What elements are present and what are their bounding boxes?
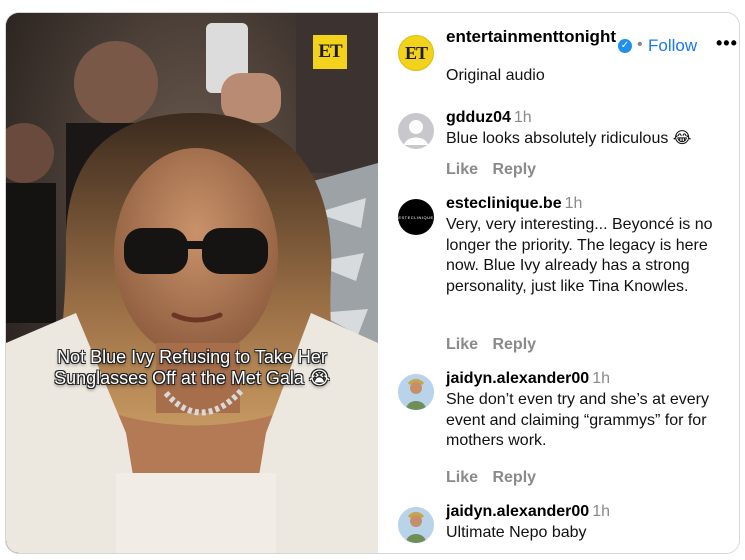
default-avatar-icon xyxy=(404,120,428,145)
comment-item: jaidyn.alexander00 1h She don’t even try … xyxy=(378,370,739,495)
comment-actions: Like Reply xyxy=(446,161,546,179)
commenter-avatar[interactable]: ESTECLINIQUE xyxy=(398,199,434,235)
comment-header: jaidyn.alexander00 1h xyxy=(446,370,610,388)
comment-item: jaidyn.alexander00 1h Ultimate Nepo baby xyxy=(378,503,739,553)
reply-button[interactable]: Reply xyxy=(492,469,536,486)
like-button[interactable]: Like xyxy=(446,161,478,178)
separator-dot: • xyxy=(637,36,643,53)
et-logo: ET xyxy=(313,35,347,69)
audio-label[interactable]: Original audio xyxy=(446,67,545,85)
follow-button[interactable]: Follow xyxy=(648,36,697,56)
comment-actions: Like Reply xyxy=(446,469,546,487)
comment-header: esteclinique.be 1h xyxy=(446,195,582,213)
comment-text: Very, very interesting... Beyoncé is no … xyxy=(446,216,713,295)
video-player[interactable]: ET Not Blue Ivy Refusing to Take Her Sun… xyxy=(6,13,378,553)
comment-item: ESTECLINIQUE esteclinique.be 1h Very, ver… xyxy=(378,195,739,365)
comments-panel[interactable]: ET entertainmenttonight ✓ • Follow ••• O… xyxy=(378,13,739,553)
video-frame-image xyxy=(6,13,378,553)
comment-time: 1h xyxy=(513,109,532,126)
caption-line: Not Blue Ivy Refusing to Take Her xyxy=(57,347,327,367)
commenter-avatar[interactable] xyxy=(398,374,434,410)
comment-header: gdduz04 1h xyxy=(446,109,532,127)
profile-photo-icon xyxy=(398,507,434,543)
commenter-username[interactable]: jaidyn.alexander00 xyxy=(446,503,589,520)
commenter-username[interactable]: gdduz04 xyxy=(446,109,511,126)
reply-button[interactable]: Reply xyxy=(492,336,536,353)
reply-button[interactable]: Reply xyxy=(492,161,536,178)
comment-item: gdduz04 1h Blue looks absolutely ridiculo… xyxy=(378,109,739,189)
comment-time: 1h xyxy=(564,195,583,212)
commenter-username[interactable]: esteclinique.be xyxy=(446,195,562,212)
comment-time: 1h xyxy=(592,503,610,520)
post-viewer: ET Not Blue Ivy Refusing to Take Her Sun… xyxy=(5,12,740,554)
post-header: ET entertainmenttonight ✓ • Follow ••• O… xyxy=(378,13,739,99)
comment-actions: Like Reply xyxy=(446,336,546,354)
like-button[interactable]: Like xyxy=(446,336,478,353)
video-caption: Not Blue Ivy Refusing to Take Her Sungla… xyxy=(20,347,364,389)
comment-text: She don’t even try and she’s at every ev… xyxy=(446,391,709,449)
comment-header: jaidyn.alexander00 1h xyxy=(446,503,610,521)
caption-line: Sunglasses Off at the Met Gala 😭 xyxy=(54,368,330,388)
profile-photo-icon xyxy=(398,374,434,410)
author-avatar-logo: ET xyxy=(404,42,428,63)
commenter-avatar[interactable] xyxy=(398,113,434,149)
like-button[interactable]: Like xyxy=(446,469,478,486)
avatar-wordmark: ESTECLINIQUE xyxy=(398,214,434,220)
verified-badge-icon: ✓ xyxy=(618,39,632,53)
commenter-avatar[interactable] xyxy=(398,507,434,543)
comment-time: 1h xyxy=(592,370,610,387)
author-username[interactable]: entertainmenttonight xyxy=(446,27,621,46)
comment-text: Ultimate Nepo baby xyxy=(446,524,587,541)
comment-text: Blue looks absolutely ridiculous 😂 xyxy=(446,130,692,147)
author-avatar[interactable]: ET xyxy=(398,35,434,71)
more-options-icon[interactable]: ••• xyxy=(716,33,738,54)
commenter-username[interactable]: jaidyn.alexander00 xyxy=(446,370,589,387)
